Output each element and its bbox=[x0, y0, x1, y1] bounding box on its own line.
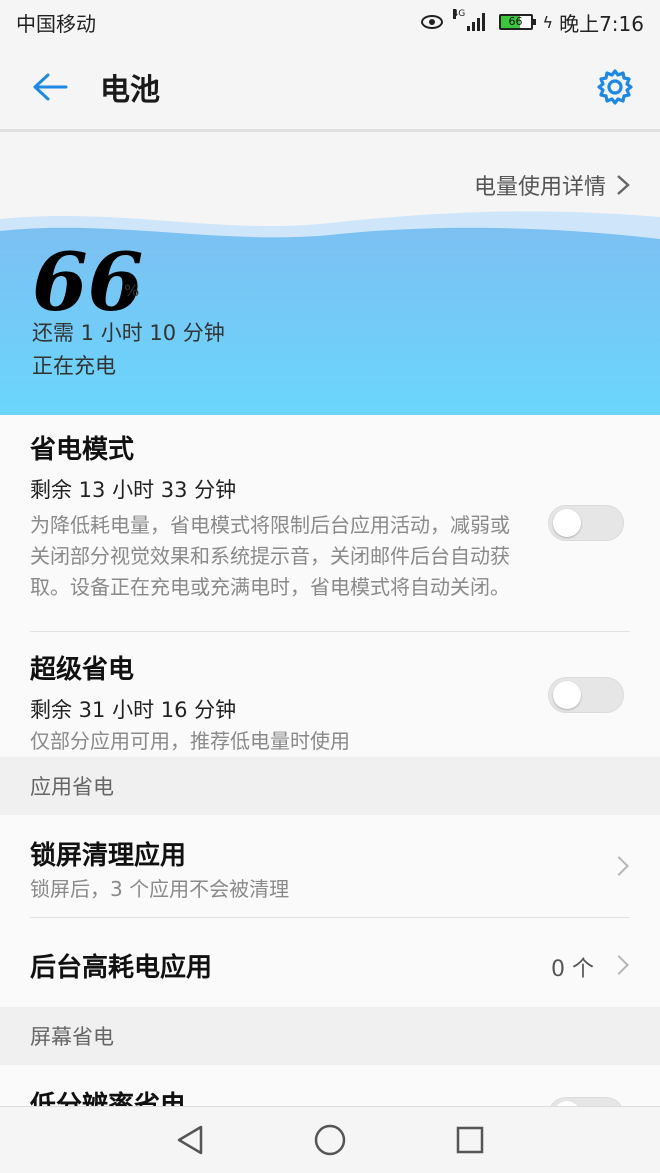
power-saving-row[interactable]: 省电模式 剩余 13 小时 33 分钟 为降低耗电量，省电模式将限制后台应用活动… bbox=[30, 429, 630, 629]
usage-details-label: 电量使用详情 bbox=[473, 175, 606, 200]
power-saving-toggle[interactable] bbox=[548, 505, 624, 541]
bg-high-usage-title: 后台高耗电应用 bbox=[30, 953, 213, 983]
percent-sign: % bbox=[124, 281, 140, 300]
charging-status: 正在充电 bbox=[32, 354, 116, 378]
divider bbox=[30, 631, 630, 632]
app-bar: 电池 bbox=[0, 44, 660, 132]
app-saving-card: 锁屏清理应用 锁屏后，3 个应用不会被清理 后台高耗电应用 0 个 bbox=[0, 815, 660, 1007]
charging-bolt-icon: ϟ bbox=[542, 12, 554, 32]
ultra-saving-title: 超级省电 bbox=[30, 655, 135, 685]
arrow-left-icon bbox=[33, 73, 68, 100]
section-header-app-saving: 应用省电 bbox=[0, 757, 660, 815]
status-icons: 4G 66 ϟ 晚上7:16 bbox=[420, 8, 644, 37]
carrier-name: 中国移动 bbox=[16, 11, 96, 36]
section-header-screen-saving: 屏幕省电 bbox=[0, 1007, 660, 1065]
battery-hero: 电量使用详情 66 % 还需 1 小时 10 分钟 正在充电 bbox=[0, 135, 660, 415]
screen-saving-card: 低分辨率省电 bbox=[0, 1065, 660, 1106]
ultra-saving-description: 仅部分应用可用，推荐低电量时使用 bbox=[30, 729, 350, 753]
ultra-saving-toggle[interactable] bbox=[548, 677, 624, 713]
bg-high-usage-row[interactable]: 后台高耗电应用 bbox=[30, 947, 630, 987]
back-button[interactable] bbox=[0, 43, 100, 131]
signal-icon: 4G bbox=[452, 9, 485, 31]
power-saving-title: 省电模式 bbox=[30, 435, 135, 465]
ultra-saving-row[interactable]: 超级省电 剩余 31 小时 16 分钟 仅部分应用可用，推荐低电量时使用 bbox=[30, 649, 630, 753]
charge-time-remaining: 还需 1 小时 10 分钟 bbox=[32, 321, 225, 345]
low-res-row[interactable]: 低分辨率省电 bbox=[30, 1085, 630, 1106]
gear-icon bbox=[597, 68, 633, 105]
nav-back-button[interactable] bbox=[160, 1110, 220, 1170]
lock-clean-title: 锁屏清理应用 bbox=[30, 841, 187, 871]
low-res-toggle[interactable] bbox=[548, 1097, 624, 1106]
low-res-title: 低分辨率省电 bbox=[30, 1091, 187, 1106]
usage-details-link[interactable]: 电量使用详情 bbox=[474, 169, 630, 201]
battery-icon: 66 bbox=[498, 14, 536, 30]
page-title: 电池 bbox=[100, 72, 160, 108]
status-bar: 中国移动 4G 66 ϟ 晚上7:16 bbox=[0, 0, 660, 44]
power-saving-description: 为降低耗电量，省电模式将限制后台应用活动，减弱或关闭部分视觉效果和系统提示音，关… bbox=[30, 513, 510, 599]
lock-clean-row[interactable]: 锁屏清理应用 锁屏后，3 个应用不会被清理 bbox=[30, 835, 630, 905]
triangle-back-icon bbox=[177, 1125, 203, 1155]
ultra-saving-remaining: 剩余 31 小时 16 分钟 bbox=[30, 698, 237, 722]
settings-button[interactable] bbox=[570, 43, 660, 131]
lock-clean-subtitle: 锁屏后，3 个应用不会被清理 bbox=[30, 877, 290, 901]
clock: 晚上7:16 bbox=[559, 11, 644, 36]
bg-high-usage-count: 0 个 bbox=[551, 957, 594, 982]
divider bbox=[30, 917, 630, 918]
power-saving-card: 省电模式 剩余 13 小时 33 分钟 为降低耗电量，省电模式将限制后台应用活动… bbox=[0, 415, 660, 757]
eye-comfort-icon bbox=[420, 15, 443, 29]
nav-home-button[interactable] bbox=[300, 1110, 360, 1170]
circle-home-icon bbox=[314, 1124, 346, 1156]
nav-recent-button[interactable] bbox=[440, 1110, 500, 1170]
power-saving-remaining: 剩余 13 小时 33 分钟 bbox=[30, 478, 237, 502]
square-recent-icon bbox=[456, 1126, 484, 1154]
battery-level-text: 66 bbox=[508, 15, 523, 28]
network-type: 4G bbox=[452, 9, 466, 19]
chevron-right-icon bbox=[617, 175, 630, 195]
system-nav-bar bbox=[0, 1106, 660, 1173]
